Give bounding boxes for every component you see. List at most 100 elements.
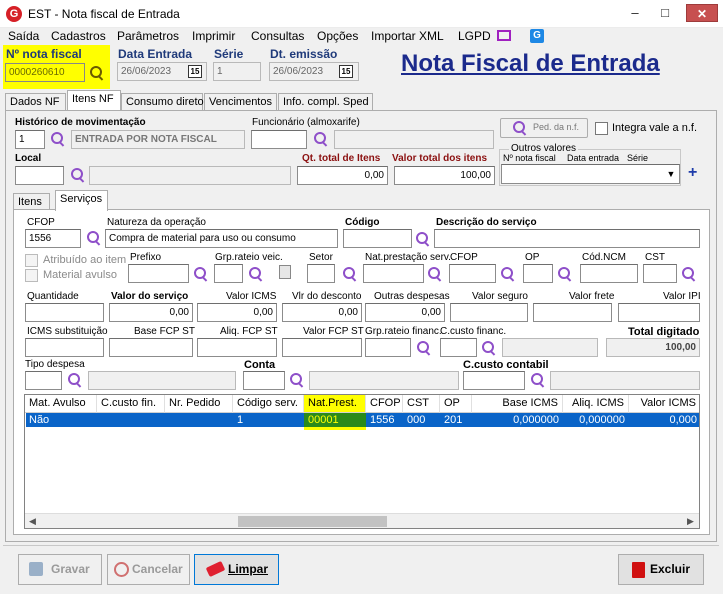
search-cfop2-icon[interactable]	[500, 266, 516, 282]
search-funcionario-icon[interactable]	[313, 131, 329, 147]
menu-consultas[interactable]: Consultas	[251, 29, 304, 43]
search-ccusto-fin-icon[interactable]	[481, 340, 497, 356]
menu-lgpd[interactable]: LGPD	[458, 29, 491, 43]
scroll-right-icon[interactable]: ▶	[687, 516, 694, 527]
historico-code-field[interactable]: 1	[15, 130, 45, 149]
valor-icms-field[interactable]: 0,00	[197, 303, 277, 322]
atribuido-checkbox[interactable]	[25, 254, 38, 267]
cst-field[interactable]	[643, 264, 677, 283]
maximize-button[interactable]: □	[656, 5, 674, 22]
conta-field[interactable]	[243, 371, 285, 390]
valor-frete-field[interactable]	[533, 303, 612, 322]
limpar-button[interactable]: Limpar	[194, 554, 279, 585]
horizontal-scrollbar[interactable]: ◀ ▶	[25, 513, 699, 528]
menu-imprimir[interactable]: Imprimir	[192, 29, 235, 43]
ccusto-fin-field[interactable]	[440, 338, 477, 357]
col-ccusto-fin[interactable]: C.custo fin.	[97, 395, 165, 413]
col-aliq-icms[interactable]: Aliq. ICMS	[563, 395, 629, 413]
icms-subst-field[interactable]	[25, 338, 104, 357]
tipo-despesa-field[interactable]	[25, 371, 62, 390]
search-conta-icon[interactable]	[289, 372, 305, 388]
search-grp-rateio-fin-icon[interactable]	[416, 340, 432, 356]
search-nat-prest-icon[interactable]	[427, 266, 443, 282]
search-local-icon[interactable]	[70, 167, 86, 183]
cancelar-button[interactable]: Cancelar	[107, 554, 190, 585]
excluir-button[interactable]: Excluir	[618, 554, 704, 585]
menu-importar-xml[interactable]: Importar XML	[371, 29, 444, 43]
search-tipo-despesa-icon[interactable]	[67, 372, 83, 388]
cfop-field[interactable]: 1556	[25, 229, 81, 248]
search-historico-icon[interactable]	[50, 131, 66, 147]
gravar-button[interactable]: Gravar	[18, 554, 102, 585]
codigo-field[interactable]	[343, 229, 412, 248]
cod-ncm-field[interactable]	[580, 264, 638, 283]
search-setor-icon[interactable]	[342, 266, 358, 282]
tab-info-compl-sped[interactable]: Info. compl. Sped	[278, 93, 373, 111]
cfop2-field[interactable]	[449, 264, 496, 283]
app-g-icon[interactable]: G	[530, 29, 544, 43]
integra-vale-checkbox[interactable]	[595, 122, 608, 135]
nota-field[interactable]: 0000260610	[5, 63, 85, 82]
tab-servicos[interactable]: Serviços	[55, 190, 108, 211]
nat-prest-field[interactable]	[363, 264, 424, 283]
col-nr-pedido[interactable]: Nr. Pedido	[165, 395, 233, 413]
outros-valores-select[interactable]: ▼	[501, 164, 680, 184]
search-prefixo-icon[interactable]	[193, 266, 209, 282]
monitor-icon[interactable]	[497, 30, 511, 41]
aliq-fcp-field[interactable]	[197, 338, 277, 357]
prefixo-field[interactable]	[128, 264, 189, 283]
outras-despesas-field[interactable]: 0,00	[365, 303, 445, 322]
funcionario-code-field[interactable]	[251, 130, 307, 149]
search-codigo-icon[interactable]	[415, 231, 431, 247]
col-valor-icms[interactable]: Valor ICMS	[629, 395, 699, 413]
descricao-field[interactable]	[434, 229, 700, 248]
search-cst-icon[interactable]	[681, 266, 697, 282]
minimize-button[interactable]: –	[626, 5, 644, 22]
col-cst[interactable]: CST	[403, 395, 440, 413]
menu-saida[interactable]: Saída	[8, 29, 39, 43]
valor-seguro-field[interactable]	[450, 303, 528, 322]
tab-vencimentos[interactable]: Vencimentos	[204, 93, 277, 111]
search-nota-icon[interactable]	[89, 65, 105, 81]
menu-cadastros[interactable]: Cadastros	[51, 29, 106, 43]
col-mat-avulso[interactable]: Mat. Avulso	[25, 395, 97, 413]
col-op[interactable]: OP	[440, 395, 472, 413]
chevron-down-icon[interactable]: ▼	[664, 167, 678, 181]
search-grp-rateio-icon[interactable]	[248, 266, 264, 282]
tab-itens-nf[interactable]: Itens NF	[67, 90, 121, 110]
material-avulso-checkbox[interactable]	[25, 269, 38, 282]
menu-opcoes[interactable]: Opções	[317, 29, 358, 43]
valor-servico-field[interactable]: 0,00	[109, 303, 193, 322]
tab-dados-nf[interactable]: Dados NF	[5, 93, 66, 111]
add-outros-button[interactable]: +	[688, 164, 697, 182]
valor-fcp-field[interactable]	[282, 338, 362, 357]
col-codigo-serv[interactable]: Código serv.	[233, 395, 304, 413]
col-nat-prest[interactable]: Nat.Prest.	[304, 395, 366, 413]
search-op-icon[interactable]	[557, 266, 573, 282]
copy-icon[interactable]	[279, 265, 291, 279]
col-base-icms[interactable]: Base ICMS	[472, 395, 563, 413]
calendar-icon[interactable]: 15	[188, 65, 202, 78]
ped-da-nf-button[interactable]: Ped. da n.f.	[500, 118, 588, 138]
tab-consumo-direto[interactable]: Consumo direto	[121, 93, 204, 111]
vlr-desconto-field[interactable]: 0,00	[282, 303, 362, 322]
col-cfop[interactable]: CFOP	[366, 395, 403, 413]
close-button[interactable]: ✕	[686, 4, 718, 22]
natureza-field[interactable]: Compra de material para uso ou consumo	[105, 229, 338, 248]
valor-ipi-field[interactable]	[618, 303, 700, 322]
calendar-icon[interactable]: 15	[339, 65, 353, 78]
op-field[interactable]	[523, 264, 553, 283]
grp-rateio-fin-field[interactable]	[365, 338, 411, 357]
base-fcp-field[interactable]	[109, 338, 193, 357]
search-cfop-icon[interactable]	[86, 230, 102, 246]
quantidade-field[interactable]	[25, 303, 104, 322]
scrollbar-thumb[interactable]	[238, 516, 387, 527]
scroll-left-icon[interactable]: ◀	[29, 516, 36, 527]
local-code-field[interactable]	[15, 166, 64, 185]
menu-parametros[interactable]: Parâmetros	[117, 29, 179, 43]
grp-rateio-field[interactable]	[214, 264, 243, 283]
search-ccusto-contabil-icon[interactable]	[530, 372, 546, 388]
ccusto-contabil-field[interactable]	[463, 371, 525, 390]
serie-field[interactable]: 1	[213, 62, 261, 81]
setor-field[interactable]	[307, 264, 335, 283]
